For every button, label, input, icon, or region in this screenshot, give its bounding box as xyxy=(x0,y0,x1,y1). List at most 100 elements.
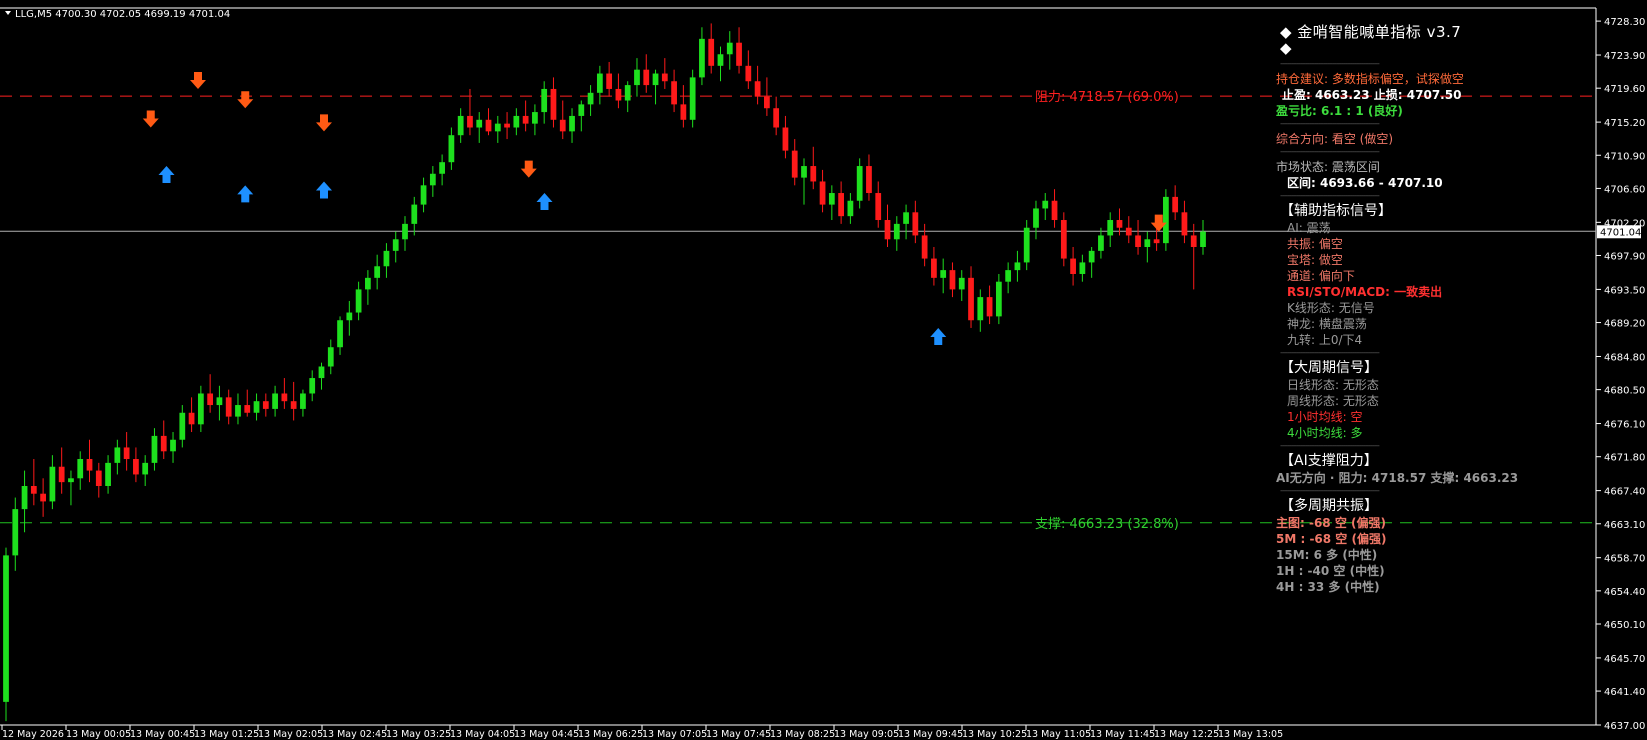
support-label: 支撑: 4663.23 (32.8%) xyxy=(1035,517,1179,532)
candle-body xyxy=(105,462,111,486)
candle-body xyxy=(596,73,603,93)
price-tick-label: 4697.90 xyxy=(1604,251,1645,262)
candle-body xyxy=(652,73,659,86)
time-tick-label: 12 May 2026 xyxy=(2,729,64,740)
multi-main: 主图: -68 空 (偏强) xyxy=(1276,516,1386,530)
price-tick-label: 4667.40 xyxy=(1604,487,1645,498)
candle-body xyxy=(968,277,974,321)
big-h4-ma: 4小时均线: 多 xyxy=(1287,426,1363,440)
candle-body xyxy=(1088,250,1095,263)
candle-body xyxy=(764,96,770,109)
symbol-info: LLG,M5 4700.30 4702.05 4699.19 4701.04 xyxy=(15,9,230,20)
candle-body xyxy=(467,115,473,128)
time-tick-label: 13 May 07:05 xyxy=(642,729,707,740)
candle-body xyxy=(68,478,74,483)
time-tick-label: 13 May 07:45 xyxy=(706,729,771,740)
tp-sl: 止盈: 4663.23 止损: 4707.50 xyxy=(1282,88,1462,102)
aux-rsi: RSI/STO/MACD: 一致卖出 xyxy=(1287,285,1443,299)
candle-body xyxy=(819,181,826,205)
candle-body xyxy=(671,81,677,105)
candle-body xyxy=(828,193,835,205)
aux-kline: K线形态: 无信号 xyxy=(1287,301,1375,315)
separator: ----------------------------------------… xyxy=(1280,148,1380,156)
candle-body xyxy=(457,115,464,136)
candle-body xyxy=(838,193,844,217)
candle-body xyxy=(559,119,566,132)
time-tick-label: 13 May 00:05 xyxy=(66,729,131,740)
price-tick-label: 4663.10 xyxy=(1604,520,1645,531)
price-tick-label: 4671.80 xyxy=(1604,453,1645,464)
candle-body xyxy=(995,281,1002,317)
big-period-heading: 【大周期信号】 xyxy=(1280,360,1378,376)
candle-body xyxy=(253,401,260,413)
market-state: 市场状态: 震荡区间 xyxy=(1276,160,1380,174)
aux-ai: AI: 震荡 xyxy=(1287,221,1331,235)
price-tick-label: 4728.30 xyxy=(1604,17,1645,28)
candle-body xyxy=(383,250,390,267)
candle-body xyxy=(1042,200,1049,209)
time-tick-label: 13 May 06:25 xyxy=(578,729,643,740)
candle-body xyxy=(1079,262,1086,274)
candle-body xyxy=(522,115,529,124)
candle-body xyxy=(782,127,789,151)
separator: ----------------------------------------… xyxy=(1280,349,1380,357)
candle-body xyxy=(290,401,297,409)
candle-body xyxy=(58,466,65,483)
aux-signals-heading: 【辅助指标信号】 xyxy=(1280,203,1392,219)
candle-body xyxy=(569,115,575,132)
candle-body xyxy=(337,320,343,348)
candle-body xyxy=(300,393,306,409)
candle-body xyxy=(801,166,807,178)
candle-body xyxy=(1070,258,1076,274)
candle-body xyxy=(429,173,436,186)
candle-body xyxy=(893,223,900,240)
candle-body xyxy=(40,493,46,502)
candle-body xyxy=(3,555,9,702)
time-tick-label: 13 May 12:25 xyxy=(1154,729,1219,740)
separator: ----------------------------------------… xyxy=(1280,192,1380,200)
big-daily: 日线形态: 无形态 xyxy=(1287,378,1379,392)
candle-body xyxy=(504,123,510,128)
position-advice: 持仓建议: 多数指标偏空，试探做空 xyxy=(1276,72,1464,86)
candle-body xyxy=(151,435,158,463)
candle-body xyxy=(587,92,594,105)
time-tick-label: 13 May 11:45 xyxy=(1090,729,1155,740)
candle-body xyxy=(346,312,353,321)
candle-body xyxy=(606,73,613,89)
candle-body xyxy=(244,405,251,413)
candle-body xyxy=(95,470,102,486)
time-tick-label: 13 May 09:45 xyxy=(898,729,963,740)
candle-body xyxy=(977,297,984,321)
price-tick-label: 4654.40 xyxy=(1604,587,1645,598)
big-weekly: 周线形态: 无形态 xyxy=(1287,394,1379,408)
price-tick-label: 4645.70 xyxy=(1604,654,1645,665)
candle-body xyxy=(1144,239,1151,247)
candle-body xyxy=(513,115,520,128)
candle-body xyxy=(1060,220,1067,259)
candle-body xyxy=(634,69,640,86)
rr-ratio: 盈亏比: 6.1 : 1 (良好) xyxy=(1276,104,1403,118)
candle-body xyxy=(1153,239,1160,244)
candle-body xyxy=(1023,227,1030,263)
candle-body xyxy=(448,135,455,163)
candle-body xyxy=(327,347,334,367)
candle-body xyxy=(235,405,241,417)
panel-title: ◆ 金哨智能喊单指标 v3.7 ◆ xyxy=(1280,23,1462,57)
candle-body xyxy=(1181,212,1188,236)
candle-body xyxy=(281,393,288,402)
candle-body xyxy=(940,270,947,278)
ai-sr-line: AI无方向 · 阻力: 4718.57 支撑: 4663.23 xyxy=(1276,471,1519,485)
candle-body xyxy=(1200,231,1206,247)
time-tick-label: 13 May 04:45 xyxy=(514,729,579,740)
price-tick-label: 4689.20 xyxy=(1604,319,1645,330)
price-tick-label: 4710.90 xyxy=(1604,151,1645,162)
candle-body xyxy=(847,200,854,217)
candle-body xyxy=(949,270,956,290)
candle-body xyxy=(86,459,93,471)
candle-body xyxy=(179,412,186,440)
candle-body xyxy=(318,366,325,379)
candle-body xyxy=(1107,220,1114,236)
candle-body xyxy=(411,204,418,224)
candle-body xyxy=(856,166,863,201)
candle-body xyxy=(550,88,557,120)
